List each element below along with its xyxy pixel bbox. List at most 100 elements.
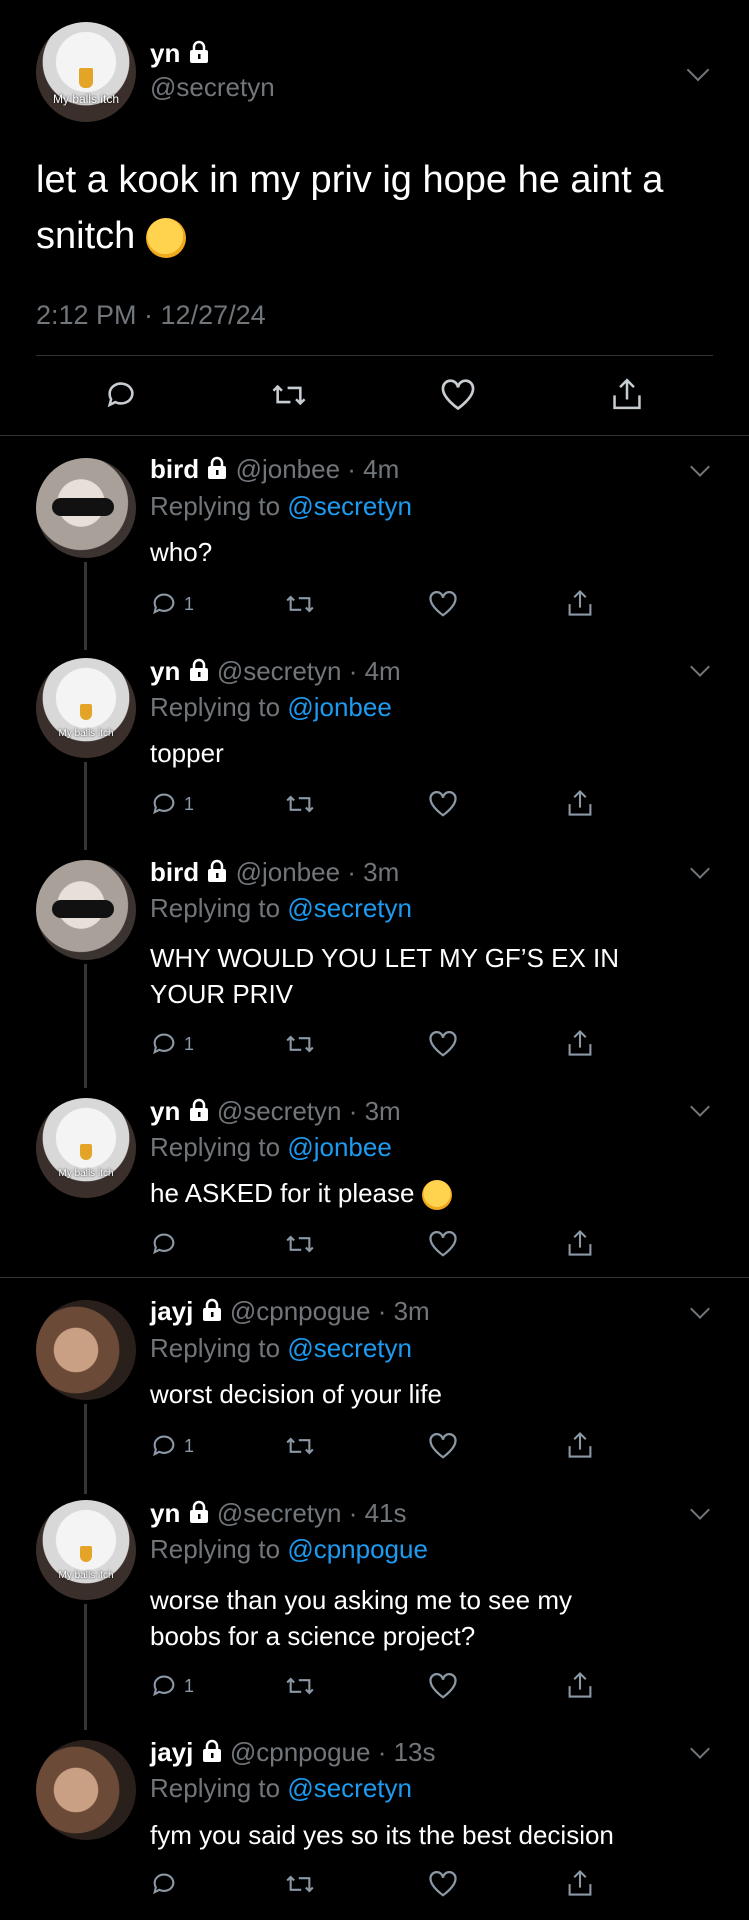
like-icon[interactable] — [428, 590, 458, 618]
author-name[interactable]: jayj — [150, 1296, 193, 1326]
main-handle[interactable]: @secretyn — [150, 72, 275, 103]
author-handle[interactable]: @secretyn — [217, 656, 342, 686]
main-author[interactable]: yn — [150, 38, 210, 69]
avatar[interactable] — [36, 1300, 136, 1400]
like-icon[interactable] — [428, 1030, 458, 1058]
reply-icon[interactable] — [150, 1230, 178, 1258]
replying-to-link[interactable]: @cpnpogue — [287, 1534, 428, 1564]
replying-to-link[interactable]: @jonbee — [287, 692, 391, 722]
reply-icon[interactable] — [150, 1870, 178, 1898]
reply-count: 1 — [184, 1033, 195, 1054]
author-handle[interactable]: @jonbee — [236, 454, 340, 484]
replying-to-link[interactable]: @secretyn — [287, 1773, 412, 1803]
chevron-down-icon[interactable] — [690, 1299, 710, 1319]
reply-text: WHY WOULD YOU LET MY GF’S EX IN YOUR PRI… — [150, 943, 620, 1009]
avatar[interactable]: My balls itch — [36, 658, 136, 758]
share-icon[interactable] — [566, 788, 594, 818]
like-icon[interactable] — [428, 1672, 458, 1700]
thread-line — [84, 964, 87, 1088]
retweet-icon[interactable] — [284, 1432, 316, 1460]
author-handle[interactable]: @cpnpogue — [230, 1737, 371, 1767]
retweet-icon[interactable] — [284, 1672, 316, 1700]
replying-to-link[interactable]: @jonbee — [287, 1132, 391, 1162]
main-tweet-text: let a kook in my priv ig hope he aint a … — [36, 152, 716, 265]
retweet-icon[interactable] — [270, 378, 308, 412]
reply-button[interactable]: 1 — [150, 790, 194, 818]
chevron-down-icon[interactable] — [690, 1500, 710, 1520]
like-icon[interactable] — [428, 1432, 458, 1460]
author-handle[interactable]: @secretyn — [217, 1498, 342, 1528]
share-icon[interactable] — [566, 588, 594, 618]
eagle-beak-icon — [80, 1144, 92, 1160]
avatar[interactable]: My balls itch — [36, 1500, 136, 1600]
chevron-down-icon[interactable] — [690, 657, 710, 677]
replying-to-link[interactable]: @secretyn — [287, 491, 412, 521]
reply-icon — [153, 1435, 175, 1457]
like-icon[interactable] — [428, 1870, 458, 1898]
chevron-down-icon[interactable] — [690, 859, 710, 879]
share-icon[interactable] — [566, 1430, 594, 1460]
reply-button[interactable]: 1 — [150, 1030, 194, 1058]
reply-count: 1 — [184, 593, 195, 614]
author-name[interactable]: yn — [150, 656, 180, 686]
main-avatar[interactable]: My balls itch — [36, 22, 136, 122]
reply-text: who? — [150, 537, 213, 567]
like-icon[interactable] — [428, 1230, 458, 1258]
chevron-down-icon[interactable] — [690, 457, 710, 477]
reply-icon[interactable] — [104, 378, 138, 412]
lock-icon — [206, 859, 228, 883]
reply-button[interactable]: 1 — [150, 1432, 194, 1460]
author-name[interactable]: jayj — [150, 1737, 193, 1767]
divider — [36, 355, 713, 356]
lock-icon — [188, 40, 210, 64]
like-icon[interactable] — [440, 378, 476, 412]
replying-to-link[interactable]: @secretyn — [287, 893, 412, 923]
reply-text: topper — [150, 738, 224, 768]
tired-face-emoji-icon — [421, 1180, 452, 1211]
share-icon[interactable] — [610, 376, 644, 412]
replying-to-link[interactable]: @secretyn — [287, 1333, 412, 1363]
chevron-down-icon[interactable] — [690, 1097, 710, 1117]
lock-icon — [188, 1500, 210, 1524]
reply-count: 1 — [184, 793, 195, 814]
chevron-down-icon[interactable] — [686, 58, 710, 82]
main-timestamp: 2:12 PM · 12/27/24 — [36, 300, 266, 330]
lock-icon — [201, 1739, 223, 1763]
replying-to: Replying to @jonbee — [150, 1132, 392, 1162]
share-icon[interactable] — [566, 1228, 594, 1258]
avatar[interactable] — [36, 860, 136, 960]
reply-button[interactable]: 1 — [150, 590, 194, 618]
share-icon[interactable] — [566, 1670, 594, 1700]
replying-to: Replying to @secretyn — [150, 1333, 412, 1363]
avatar[interactable] — [36, 458, 136, 558]
thread-line — [84, 762, 87, 850]
author-name[interactable]: bird — [150, 857, 199, 887]
reply-icon — [153, 593, 175, 615]
reply-header: yn @secretyn · 3m — [150, 1096, 401, 1127]
reply-button[interactable]: 1 — [150, 1672, 194, 1700]
reply-count: 1 — [184, 1675, 195, 1696]
retweet-icon[interactable] — [284, 790, 316, 818]
laughing-rolling-emoji-icon — [139, 211, 193, 265]
like-icon[interactable] — [428, 790, 458, 818]
retweet-icon[interactable] — [284, 1870, 316, 1898]
lock-icon — [206, 456, 228, 480]
retweet-icon[interactable] — [284, 1030, 316, 1058]
author-handle[interactable]: @cpnpogue — [230, 1296, 371, 1326]
author-name[interactable]: yn — [150, 1498, 180, 1528]
retweet-icon[interactable] — [284, 1230, 316, 1258]
share-icon[interactable] — [566, 1028, 594, 1058]
share-icon[interactable] — [566, 1868, 594, 1898]
avatar[interactable] — [36, 1740, 136, 1840]
author-handle[interactable]: @secretyn — [217, 1096, 342, 1126]
author-handle[interactable]: @jonbee — [236, 857, 340, 887]
retweet-icon[interactable] — [284, 590, 316, 618]
replying-to: Replying to @cpnpogue — [150, 1534, 428, 1564]
chevron-down-icon[interactable] — [690, 1739, 710, 1759]
divider — [0, 1277, 749, 1278]
avatar[interactable]: My balls itch — [36, 1098, 136, 1198]
replying-to: Replying to @secretyn — [150, 491, 412, 521]
eagle-beak-icon — [79, 68, 93, 88]
author-name[interactable]: yn — [150, 1096, 180, 1126]
author-name[interactable]: bird — [150, 454, 199, 484]
